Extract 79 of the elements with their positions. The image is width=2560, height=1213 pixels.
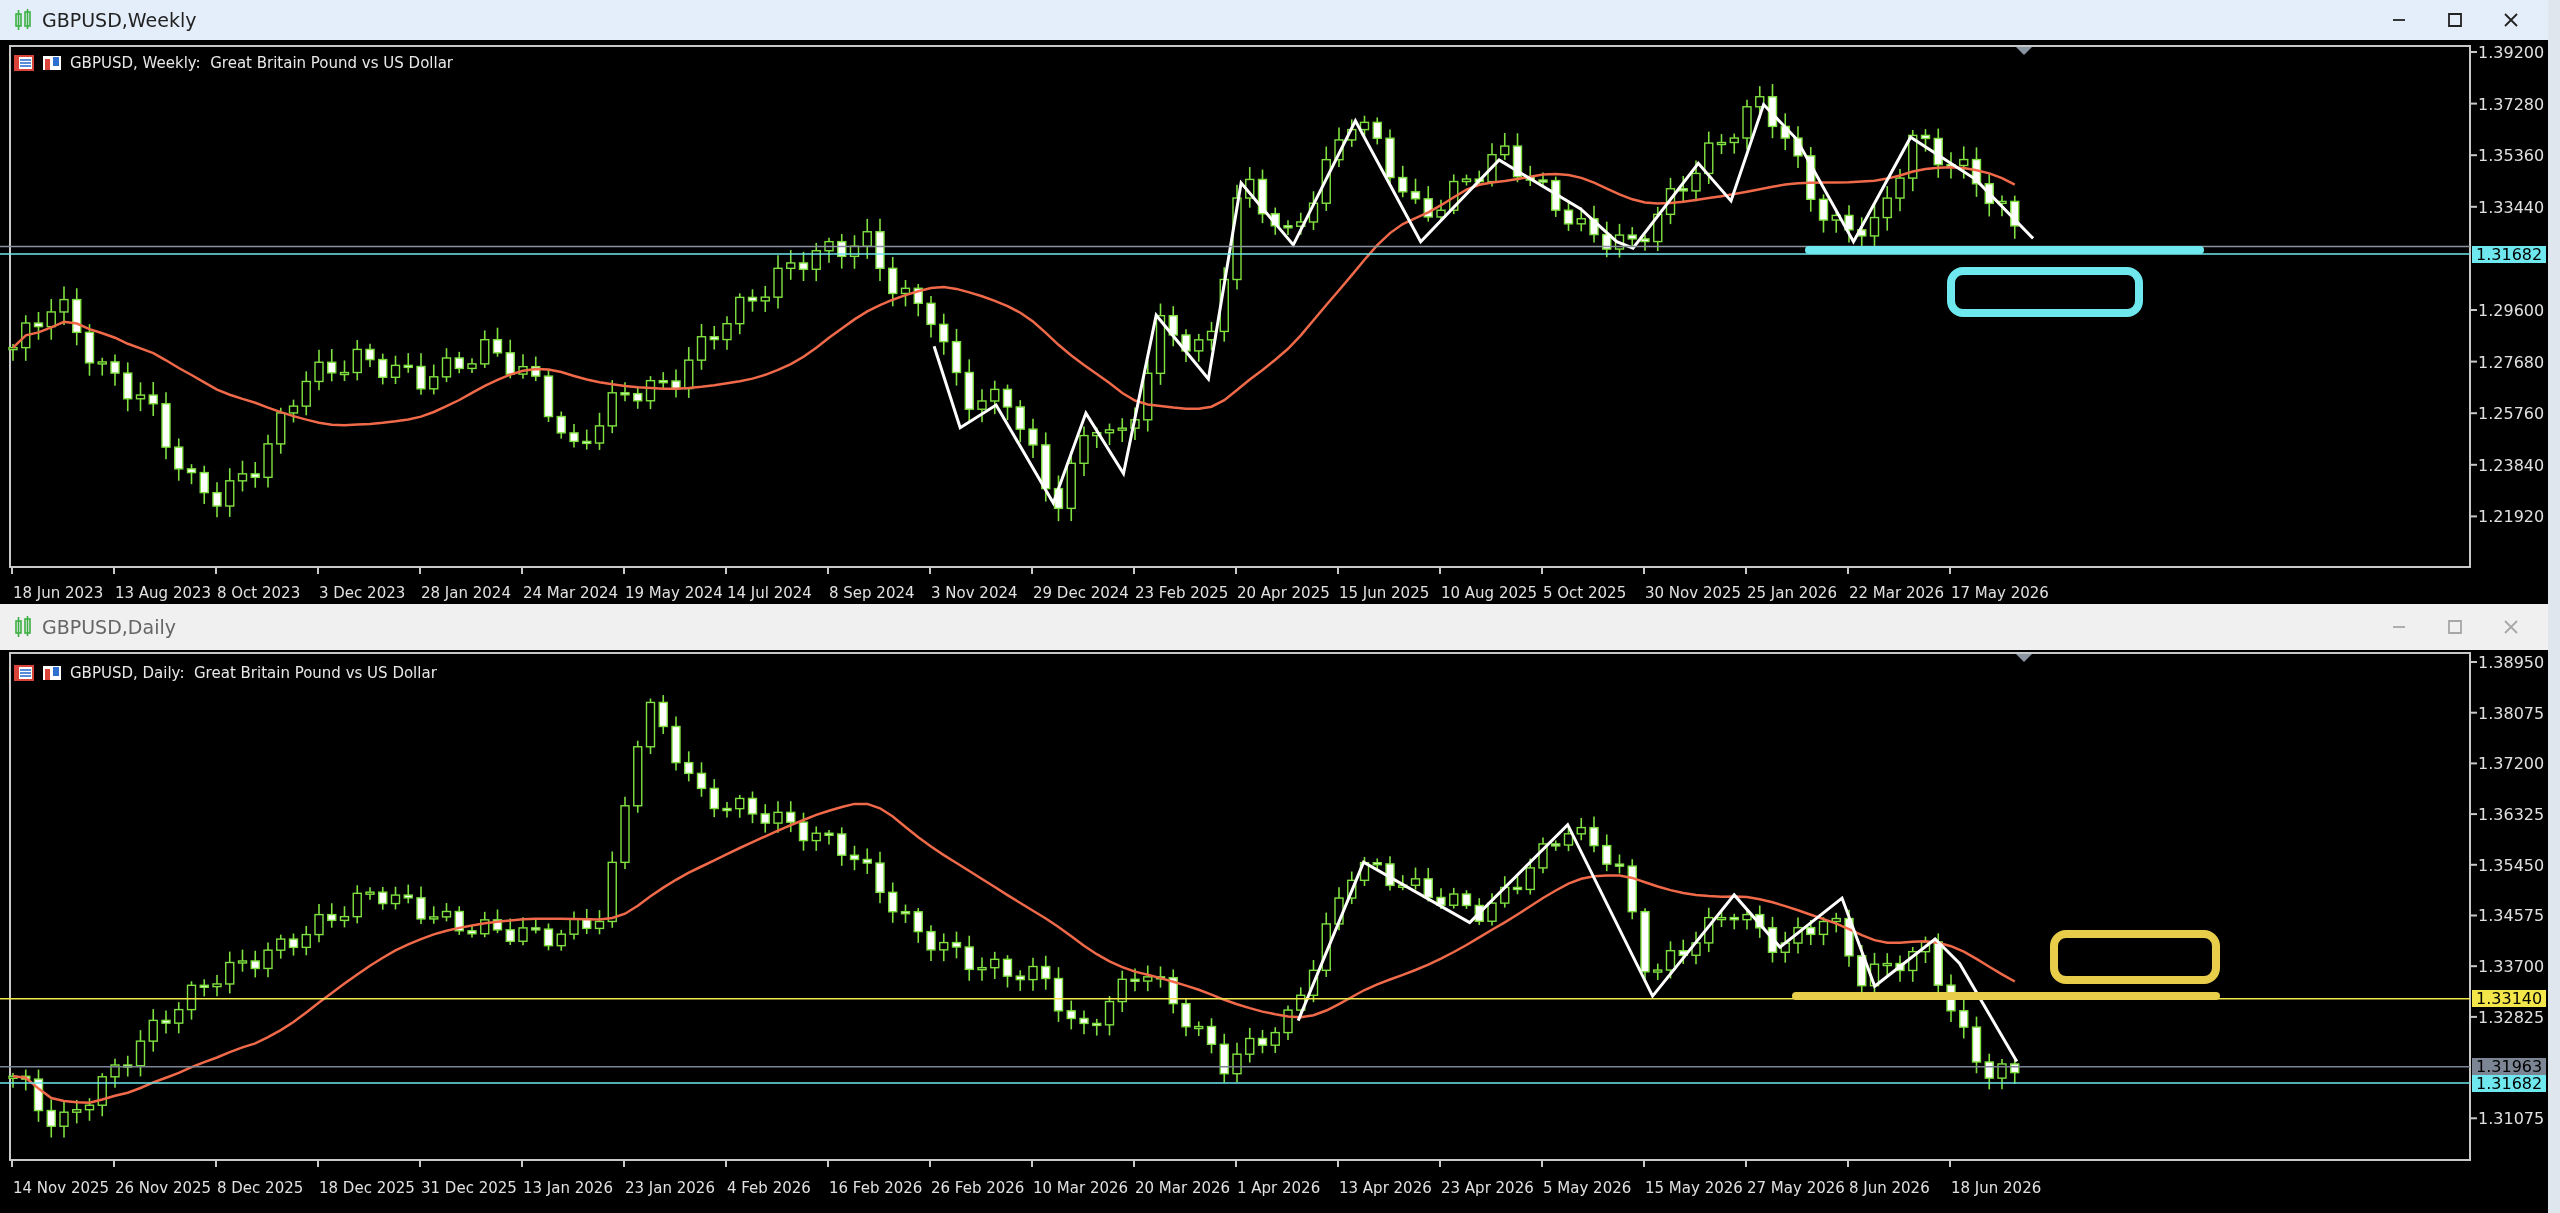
date-label: 20 Apr 2025 — [1237, 584, 1330, 602]
price-tag: 1.33140 — [2472, 990, 2547, 1008]
price-label: 1.33700 — [2478, 957, 2545, 977]
price-label: 1.31075 — [2478, 1109, 2545, 1129]
date-label: 27 May 2026 — [1747, 1179, 1845, 1197]
date-label: 5 May 2026 — [1543, 1179, 1632, 1197]
price-label: 1.34575 — [2478, 906, 2545, 926]
date-label: 18 Jun 2026 — [1951, 1179, 2042, 1197]
close-icon — [2504, 13, 2518, 27]
price-label: 1.23840 — [2478, 455, 2545, 475]
date-label: 13 Jan 2026 — [523, 1179, 613, 1197]
date-label: 3 Nov 2024 — [931, 584, 1018, 602]
price-tag: 1.31682 — [2472, 245, 2547, 263]
date-label: 26 Feb 2026 — [931, 1179, 1025, 1197]
price-label: 1.36325 — [2478, 805, 2545, 825]
price-label: 1.21920 — [2478, 507, 2545, 527]
price-label: 1.38950 — [2478, 653, 2545, 672]
date-label: 31 Dec 2025 — [421, 1179, 517, 1197]
table-icon — [14, 665, 34, 682]
date-label: 24 Mar 2024 — [523, 584, 619, 602]
price-label: 1.39200 — [2478, 43, 2545, 62]
date-label: 17 May 2026 — [1951, 584, 2049, 602]
price-label: 1.37280 — [2478, 94, 2545, 114]
date-label: 8 Sep 2024 — [829, 584, 915, 602]
chart-icon — [42, 665, 62, 682]
shift-marker-icon — [2016, 654, 2032, 662]
maximize-icon — [2448, 620, 2462, 634]
date-label: 10 Aug 2025 — [1441, 584, 1538, 602]
price-label: 1.27680 — [2478, 352, 2545, 372]
date-label: 18 Dec 2025 — [319, 1179, 415, 1197]
date-label: 14 Nov 2025 — [13, 1179, 110, 1197]
candlestick-icon — [14, 616, 32, 638]
date-label: 14 Jul 2024 — [727, 584, 812, 602]
date-label: 26 Nov 2025 — [115, 1179, 212, 1197]
date-label: 4 Feb 2026 — [727, 1179, 811, 1197]
window-title: GBPUSD,Weekly — [42, 7, 197, 33]
price-label: 1.37200 — [2478, 754, 2545, 774]
candlestick-icon — [14, 9, 32, 31]
date-label: 29 Dec 2024 — [1033, 584, 1129, 602]
date-label: 1 Apr 2026 — [1237, 1179, 1321, 1197]
date-label: 15 Jun 2025 — [1339, 584, 1430, 602]
date-label: 30 Nov 2025 — [1645, 584, 1742, 602]
price-label: 1.29600 — [2478, 301, 2545, 320]
price-tag: 1.31963 — [2472, 1058, 2547, 1076]
date-label: 16 Feb 2026 — [829, 1179, 923, 1197]
table-icon — [14, 55, 34, 72]
date-label: 15 May 2026 — [1645, 1179, 1743, 1197]
date-label: 8 Jun 2026 — [1849, 1179, 1930, 1197]
date-label: 8 Oct 2023 — [217, 584, 301, 602]
date-label: 13 Apr 2026 — [1339, 1179, 1432, 1197]
date-label: 10 Mar 2026 — [1033, 1179, 1129, 1197]
date-label: 23 Feb 2025 — [1135, 584, 1229, 602]
date-label: 8 Dec 2025 — [217, 1179, 304, 1197]
chart-header: GBPUSD, Daily: Great Britain Pound vs US Dollar — [70, 663, 437, 684]
price-label: 1.35360 — [2478, 146, 2545, 166]
window-title: GBPUSD,Daily — [42, 614, 176, 640]
maximize-icon — [2448, 13, 2462, 27]
date-label: 22 Mar 2026 — [1849, 584, 1945, 602]
date-label: 28 Jan 2024 — [421, 584, 511, 602]
date-label: 20 Mar 2026 — [1135, 1179, 1231, 1197]
date-label: 3 Dec 2023 — [319, 584, 406, 602]
date-label: 13 Aug 2023 — [115, 584, 212, 602]
shift-marker-icon — [2016, 47, 2032, 55]
date-label: 18 Jun 2023 — [13, 584, 104, 602]
chart-icon — [42, 55, 62, 72]
date-label: 19 May 2024 — [625, 584, 723, 602]
date-label: 25 Jan 2026 — [1747, 584, 1837, 602]
price-label: 1.38075 — [2478, 703, 2545, 723]
price-label: 1.32825 — [2478, 1007, 2545, 1027]
price-label: 1.35450 — [2478, 855, 2545, 875]
date-label: 23 Jan 2026 — [625, 1179, 715, 1197]
price-label: 1.33440 — [2478, 197, 2545, 217]
price-label: 1.25760 — [2478, 404, 2545, 424]
minimize-icon — [2393, 19, 2405, 21]
date-label: 5 Oct 2025 — [1543, 584, 1627, 602]
chart-header: GBPUSD, Weekly: Great Britain Pound vs US Dollar — [70, 53, 453, 74]
date-label: 23 Apr 2026 — [1441, 1179, 1534, 1197]
minimize-icon — [2393, 626, 2405, 628]
close-icon — [2504, 620, 2518, 634]
